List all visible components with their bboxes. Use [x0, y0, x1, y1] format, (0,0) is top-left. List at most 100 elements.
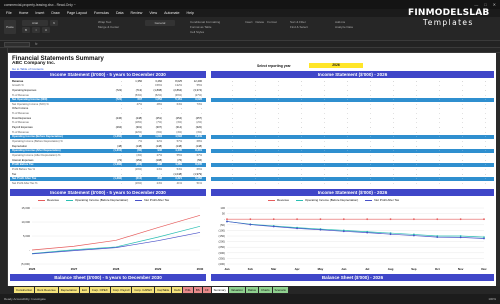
sheet-tab[interactable]: P&L: [183, 287, 193, 293]
menu-view[interactable]: View: [149, 11, 157, 15]
menu-page-layout[interactable]: Page Layout: [67, 11, 87, 15]
row-value-2026: -: [416, 116, 417, 120]
font-name-select[interactable]: Arial: [22, 20, 48, 26]
sheet-tab[interactable]: Corp. CAPEX: [132, 287, 155, 293]
sheet-tab[interactable]: Scenario: [272, 287, 288, 293]
formula-bar: fx: [0, 41, 500, 48]
row-value: (60): [137, 149, 142, 153]
bold-button[interactable]: B: [22, 27, 30, 33]
menu-automate[interactable]: Automate: [164, 11, 179, 15]
sheet-tab[interactable]: Rent Revenue: [35, 287, 58, 293]
series-line: [226, 221, 485, 238]
sheet-tab[interactable]: Construction: [14, 287, 35, 293]
menu-draw[interactable]: Draw: [51, 11, 59, 15]
delete-cells-button[interactable]: Delete: [256, 20, 265, 24]
worksheet[interactable]: Financial Statements Summary ABC Company…: [8, 53, 496, 286]
find-select-button[interactable]: Find & Select: [290, 25, 308, 29]
y-tick-label: 15,000: [21, 206, 30, 210]
sheet-tab[interactable]: Charts: [259, 287, 272, 293]
row-value: 838: [157, 163, 162, 167]
row-value-2026: -: [301, 130, 302, 134]
row-value-2026: -: [462, 98, 463, 102]
menu-file[interactable]: File: [6, 11, 12, 15]
sheet-tab[interactable]: BS: [193, 287, 202, 293]
banner-bs-2026: Balance Sheet ($'000) - 2026: [211, 274, 494, 281]
row-value: (36%): [174, 93, 182, 97]
row-value-2026: -: [370, 121, 371, 125]
sheet-tab[interactable]: Valuation: [228, 287, 245, 293]
wrap-text-button[interactable]: Wrap Text: [98, 20, 111, 24]
row-value: (7%): [156, 121, 162, 125]
row-value-2026: -: [393, 172, 394, 176]
menu-insert[interactable]: Insert: [35, 11, 44, 15]
income-2026-chart[interactable]: 100 50- (50)(100) (150) (200)(250) (300)(350)…: [211, 204, 494, 272]
row-value: 54%: [176, 167, 182, 171]
italic-button[interactable]: I: [32, 27, 40, 33]
sheet-tab[interactable]: Debt: [172, 287, 183, 293]
row-value-2026: -: [347, 144, 348, 148]
row-value-2026: -: [301, 93, 302, 97]
row-value-2026: -: [347, 126, 348, 130]
alignment-group: Wrap Text Merge & Center: [98, 20, 119, 37]
zoom-level[interactable]: 100%: [488, 297, 496, 301]
income-5yr-chart[interactable]: 15,000 10,000 5,000 - (5,000)2026 2027 2028 202…: [10, 204, 206, 272]
vertical-scrollbar[interactable]: [496, 53, 500, 286]
format-table-button[interactable]: Format as Table: [190, 25, 211, 29]
sheet-tab[interactable]: Corp. Payroll: [110, 287, 132, 293]
row-value-2026: -: [278, 98, 279, 102]
row-value-2026: -: [393, 140, 394, 144]
menu-formulas[interactable]: Formulas: [94, 11, 109, 15]
font-size-select[interactable]: 9: [50, 20, 58, 26]
analyze-data-button[interactable]: Analyze Data: [335, 25, 353, 29]
row-value-2026: -: [347, 163, 348, 167]
row-value: 1,094: [155, 135, 162, 139]
cell-styles-button[interactable]: Cell Styles: [190, 30, 204, 34]
sheet-tab[interactable]: CF: [202, 287, 211, 293]
minimize-icon[interactable]: —: [474, 2, 478, 7]
row-value: (27%): [194, 93, 202, 97]
data-point: [226, 218, 228, 221]
row-value-2026: -: [324, 84, 325, 88]
menu-home[interactable]: Home: [19, 11, 29, 15]
row-value: (254): [175, 116, 182, 120]
row-value-2026: -: [324, 153, 325, 157]
merge-center-button[interactable]: Merge & Center: [98, 25, 119, 29]
reporting-year-select[interactable]: 2026: [309, 63, 363, 68]
addins-button[interactable]: Add-ins: [335, 20, 345, 24]
sort-filter-button[interactable]: Sort & Filter: [290, 20, 306, 24]
row-value: (1,048): [173, 172, 182, 176]
fx-icon[interactable]: fx: [35, 42, 37, 46]
row-value-2026: -: [324, 135, 325, 139]
row-value: (148): [135, 144, 142, 148]
row-value-2026: -: [485, 126, 486, 130]
row-value-2026: -: [347, 130, 348, 134]
row-value-2026: -: [232, 79, 233, 83]
format-cells-button[interactable]: Format: [267, 20, 277, 24]
font-group: Arial 9 B I U: [22, 20, 58, 37]
data-point: [272, 218, 275, 221]
sheet-tab[interactable]: Corp. OPEX: [89, 287, 110, 293]
underline-button[interactable]: U: [42, 27, 50, 33]
row-value-2026: -: [301, 112, 302, 116]
row-value: 8,025: [175, 79, 182, 83]
sheet-tab[interactable]: Depreciation: [58, 287, 79, 293]
conditional-formatting-button[interactable]: Conditional Formatting: [190, 20, 220, 24]
paste-button[interactable]: Paste: [4, 20, 16, 34]
maximize-icon[interactable]: □: [484, 2, 486, 7]
row-value-2026: -: [462, 107, 463, 111]
insert-cells-button[interactable]: Insert: [245, 20, 253, 24]
row-value-2026: -: [485, 144, 486, 148]
menu-review[interactable]: Review: [131, 11, 143, 15]
close-icon[interactable]: ✕: [493, 2, 496, 7]
row-value-2026: -: [439, 153, 440, 157]
sheet-tab[interactable]: CapTable: [155, 287, 172, 293]
sheet-tab[interactable]: Exit: [79, 287, 89, 293]
menu-data[interactable]: Data: [116, 11, 124, 15]
row-value: (248): [135, 116, 142, 120]
data-point: [319, 218, 322, 221]
number-format-select[interactable]: General: [145, 20, 175, 26]
menu-help[interactable]: Help: [186, 11, 193, 15]
sheet-tab[interactable]: Summary: [211, 287, 228, 293]
sheet-tab[interactable]: Ratios: [245, 287, 259, 293]
name-box[interactable]: [4, 41, 30, 47]
